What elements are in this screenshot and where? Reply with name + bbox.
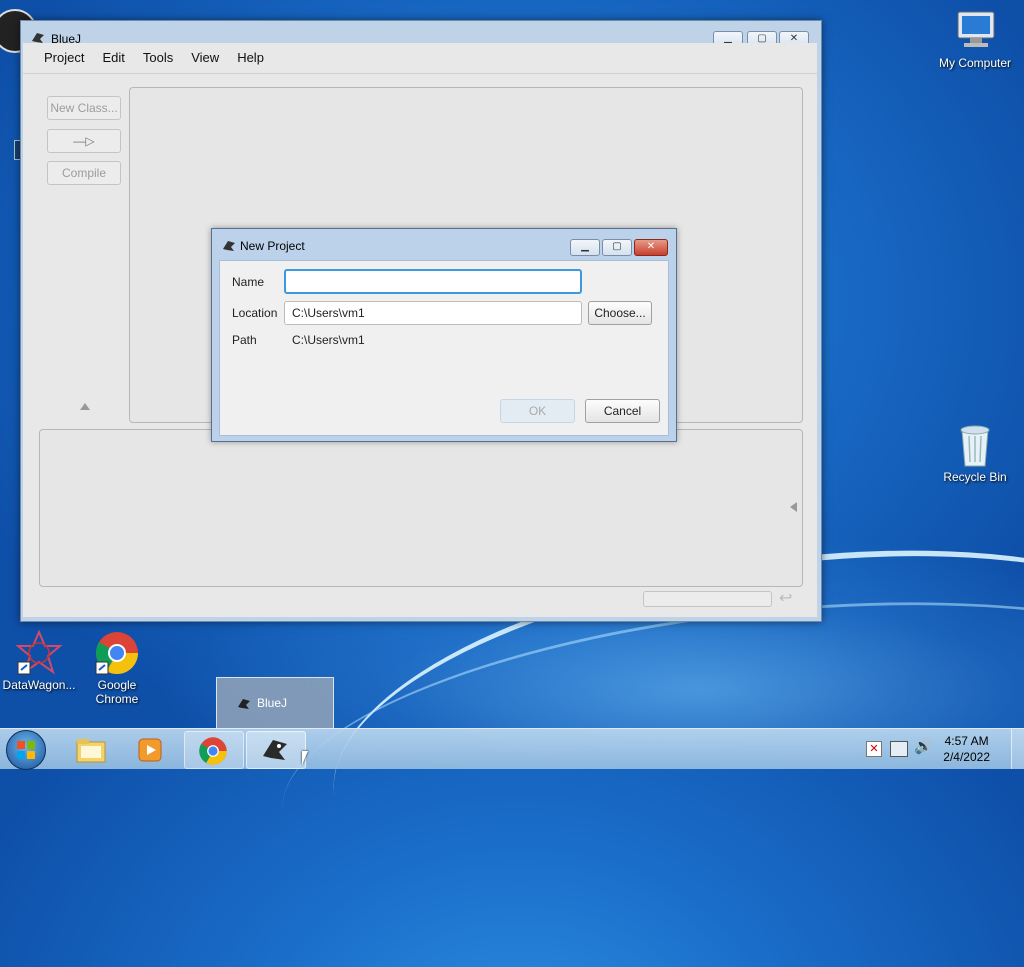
menu-project[interactable]: Project [35, 37, 93, 79]
clock-time: 4:57 AM [944, 734, 989, 748]
dialog-body: Name Location C:\Users\vm1 Choose... Pat… [219, 260, 669, 436]
new-arrow-button[interactable]: —▷ [47, 129, 121, 153]
taskbar-explorer[interactable] [62, 731, 120, 767]
chrome-icon [94, 630, 140, 676]
ok-button[interactable]: OK [500, 399, 575, 423]
status-progress-bar [643, 591, 772, 607]
menubar: Project Edit Tools View Help [23, 43, 817, 74]
dialog-maximize-button[interactable]: ▢ [602, 239, 632, 256]
location-input[interactable]: C:\Users\vm1 [284, 301, 582, 325]
desktop-icon-label: My Computer [938, 56, 1012, 70]
taskbar-bluej[interactable] [246, 731, 306, 769]
desktop-icon-my-computer[interactable]: My Computer [930, 8, 1020, 70]
windows-logo-icon [17, 741, 35, 759]
path-label: Path [232, 333, 257, 347]
mouse-cursor-icon [302, 751, 308, 765]
name-label: Name [232, 275, 265, 289]
preview-label: BlueJ [257, 696, 288, 710]
reset-icon[interactable]: ↩ [779, 589, 792, 607]
start-button[interactable] [6, 730, 46, 770]
show-desktop-button[interactable] [1011, 729, 1024, 769]
taskbar: ✕ 🔊 4:57 AM 2/4/2022 [0, 728, 1024, 770]
minimize-icon: ▁ [581, 241, 589, 252]
taskbar-media-player[interactable] [122, 731, 180, 767]
volume-icon[interactable]: 🔊 [914, 737, 933, 755]
bluej-logo-icon [223, 241, 235, 251]
action-center-icon[interactable]: ✕ [866, 741, 882, 757]
collapse-up-icon[interactable] [80, 403, 90, 410]
media-player-icon [138, 738, 162, 762]
chrome-icon [199, 737, 227, 765]
recycle-bin-icon [952, 422, 998, 468]
menu-view[interactable]: View [182, 37, 228, 79]
maximize-icon: ▢ [612, 241, 622, 252]
name-input[interactable] [284, 269, 582, 294]
desktop-icon-label-2: Chrome [95, 692, 139, 706]
desktop-icon-label: Google [97, 678, 137, 692]
folder-icon [76, 739, 106, 763]
object-bench-pane[interactable] [39, 429, 803, 587]
taskbar-chrome[interactable] [184, 731, 244, 769]
dialog-close-button[interactable]: ✕ [634, 239, 668, 256]
desktop-icon-label: Recycle Bin [943, 470, 1007, 484]
menu-edit[interactable]: Edit [93, 37, 133, 79]
new-project-dialog: New Project ▁ ▢ ✕ Name Location C:\Users… [211, 228, 677, 442]
clock-date: 2/4/2022 [943, 750, 990, 764]
new-class-button[interactable]: New Class... [47, 96, 121, 120]
computer-icon [952, 8, 998, 54]
system-clock[interactable]: 4:57 AM 2/4/2022 [943, 733, 990, 765]
compile-button[interactable]: Compile [47, 161, 121, 185]
cancel-button[interactable]: Cancel [585, 399, 660, 423]
dialog-minimize-button[interactable]: ▁ [570, 239, 600, 256]
menu-help[interactable]: Help [228, 37, 273, 79]
dialog-title: New Project [240, 239, 305, 253]
taskbar-preview[interactable]: BlueJ [216, 677, 334, 729]
close-icon: ✕ [646, 241, 656, 252]
network-icon[interactable] [890, 741, 908, 757]
choose-button[interactable]: Choose... [588, 301, 652, 325]
location-label: Location [232, 306, 278, 320]
menu-tools[interactable]: Tools [134, 37, 182, 79]
path-value: C:\Users\vm1 [292, 333, 365, 347]
collapse-left-icon[interactable] [790, 502, 797, 512]
bluej-logo-icon [238, 699, 250, 709]
desktop-icon-recycle-bin[interactable]: Recycle Bin [930, 422, 1020, 484]
desktop-icon-chrome[interactable]: Google Chrome [72, 630, 162, 706]
datawagon-icon [15, 629, 63, 676]
bluej-logo-icon [263, 740, 287, 760]
